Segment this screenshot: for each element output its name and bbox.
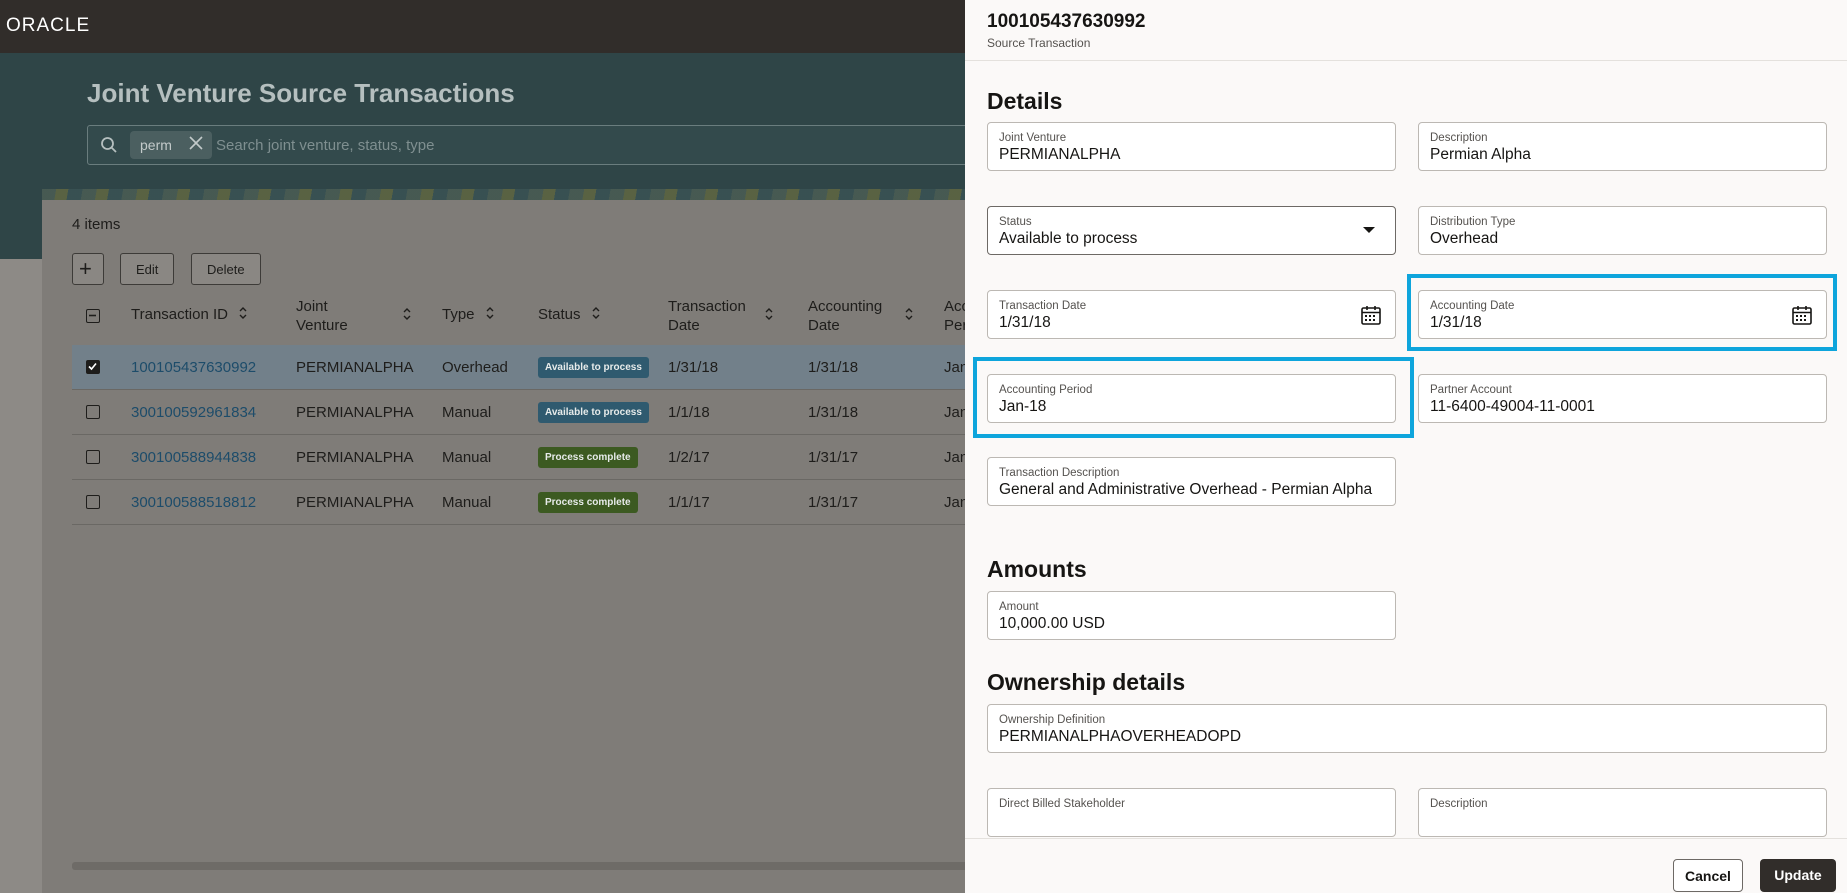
calendar-icon[interactable] [1360,304,1382,331]
column-header-type[interactable]: Type [442,305,495,325]
cancel-button[interactable]: Cancel [1673,859,1743,892]
search-filter-chip[interactable]: perm [130,131,212,159]
row-checkbox[interactable] [86,495,100,509]
status-badge: Available to process [538,357,649,378]
plus-icon: + [79,256,92,281]
amounts-heading: Amounts [987,556,1087,582]
transaction-date-field[interactable]: Transaction Date 1/31/18 [987,290,1396,339]
accounting-date-cell: 1/31/17 [808,494,859,511]
record-title: 100105437630992 [987,11,1146,32]
sort-icon [591,306,601,325]
drawer-footer: Cancel Update [965,838,1847,893]
transaction-id-link[interactable]: 300100592961834 [131,404,256,421]
sort-icon [485,306,495,325]
stakeholder-description-field[interactable]: Description [1418,788,1827,837]
highlight-accounting-period [973,357,1414,438]
horizontal-scrollbar[interactable] [72,862,982,870]
search-input[interactable]: Search joint venture, status, type [216,137,434,154]
transaction-id-link[interactable]: 300100588944838 [131,449,256,466]
table-row[interactable]: 300100588944838 PERMIANALPHA Manual Proc… [72,435,982,480]
delete-button[interactable]: Delete [191,253,261,285]
page-title: Joint Venture Source Transactions [87,78,515,108]
row-checkbox[interactable] [86,405,100,419]
amount-field[interactable]: Amount 10,000.00 USD [987,591,1396,640]
ownership-details-heading: Ownership details [987,669,1186,695]
accounting-date-cell: 1/31/17 [808,449,859,466]
joint-venture-cell: PERMIANALPHA [296,404,414,421]
table-row[interactable]: 300100588518812 PERMIANALPHA Manual Proc… [72,480,982,525]
select-all-checkbox[interactable] [86,309,100,323]
search-icon [100,136,118,159]
joint-venture-field[interactable]: Joint Venture PERMIANALPHA [987,122,1396,171]
column-header-transaction-id[interactable]: Transaction ID [131,305,248,325]
type-cell: Manual [442,449,492,466]
row-checkbox[interactable] [86,360,100,374]
column-header-status[interactable]: Status [538,305,601,325]
joint-venture-cell: PERMIANALPHA [296,449,414,466]
partner-account-field[interactable]: Partner Account 11-6400-49004-11-0001 [1418,374,1827,423]
oracle-logo[interactable]: ORACLE [6,15,90,37]
type-cell: Manual [442,494,492,511]
distribution-type-field[interactable]: Distribution Type Overhead [1418,206,1827,255]
column-header-joint-venture[interactable]: Joint Venture [296,297,411,335]
type-cell: Manual [442,404,492,421]
items-count: 4 items [72,216,121,233]
search-bar[interactable]: perm Search joint venture, status, type [87,125,987,165]
transactions-panel: 4 items + Edit Delete Transaction ID Joi… [42,200,982,893]
transaction-date-cell: 1/2/17 [668,449,710,466]
joint-venture-cell: PERMIANALPHA [296,494,414,511]
accounting-date-cell: 1/31/18 [808,404,859,421]
description-field[interactable]: Description Permian Alpha [1418,122,1827,171]
close-icon[interactable] [188,135,204,154]
transaction-id-link[interactable]: 300100588518812 [131,494,256,511]
status-badge: Process complete [538,492,638,513]
transaction-date-cell: 1/1/17 [668,494,710,511]
transaction-id-link[interactable]: 100105437630992 [131,359,256,376]
column-header-transaction-date[interactable]: Transaction Date [668,297,778,335]
sort-icon [764,307,774,326]
sort-icon [402,307,412,326]
search-chip-label: perm [140,137,172,153]
edit-button[interactable]: Edit [120,253,175,285]
details-heading: Details [987,88,1063,114]
transaction-description-field[interactable]: Transaction Description General and Admi… [987,457,1396,506]
type-cell: Overhead [442,359,508,376]
status-select[interactable]: Status Available to process [987,206,1396,255]
ownership-definition-field[interactable]: Ownership Definition PERMIANALPHAOVERHEA… [987,704,1827,753]
sort-icon [904,307,914,326]
sort-icon [238,306,248,325]
table-row[interactable]: 100105437630992 PERMIANALPHA Overhead Av… [72,345,982,390]
status-badge: Process complete [538,447,638,468]
edit-drawer: 100105437630992 Source Transaction Detai… [965,0,1847,893]
column-header-accounting-date[interactable]: Accounting Date [808,297,918,335]
row-checkbox[interactable] [86,450,100,464]
record-subtitle: Source Transaction [987,36,1091,50]
table-row[interactable]: 300100592961834 PERMIANALPHA Manual Avai… [72,390,982,435]
transaction-date-cell: 1/1/18 [668,404,710,421]
status-badge: Available to process [538,402,649,423]
accounting-date-cell: 1/31/18 [808,359,859,376]
drawer-header: 100105437630992 Source Transaction [965,0,1847,61]
update-button[interactable]: Update [1760,859,1836,892]
joint-venture-cell: PERMIANALPHA [296,359,414,376]
highlight-accounting-date [1407,274,1837,351]
chevron-down-icon[interactable] [1363,227,1375,233]
transaction-date-cell: 1/31/18 [668,359,719,376]
direct-billed-stakeholder-field[interactable]: Direct Billed Stakeholder [987,788,1396,837]
add-button[interactable]: + [72,253,104,285]
